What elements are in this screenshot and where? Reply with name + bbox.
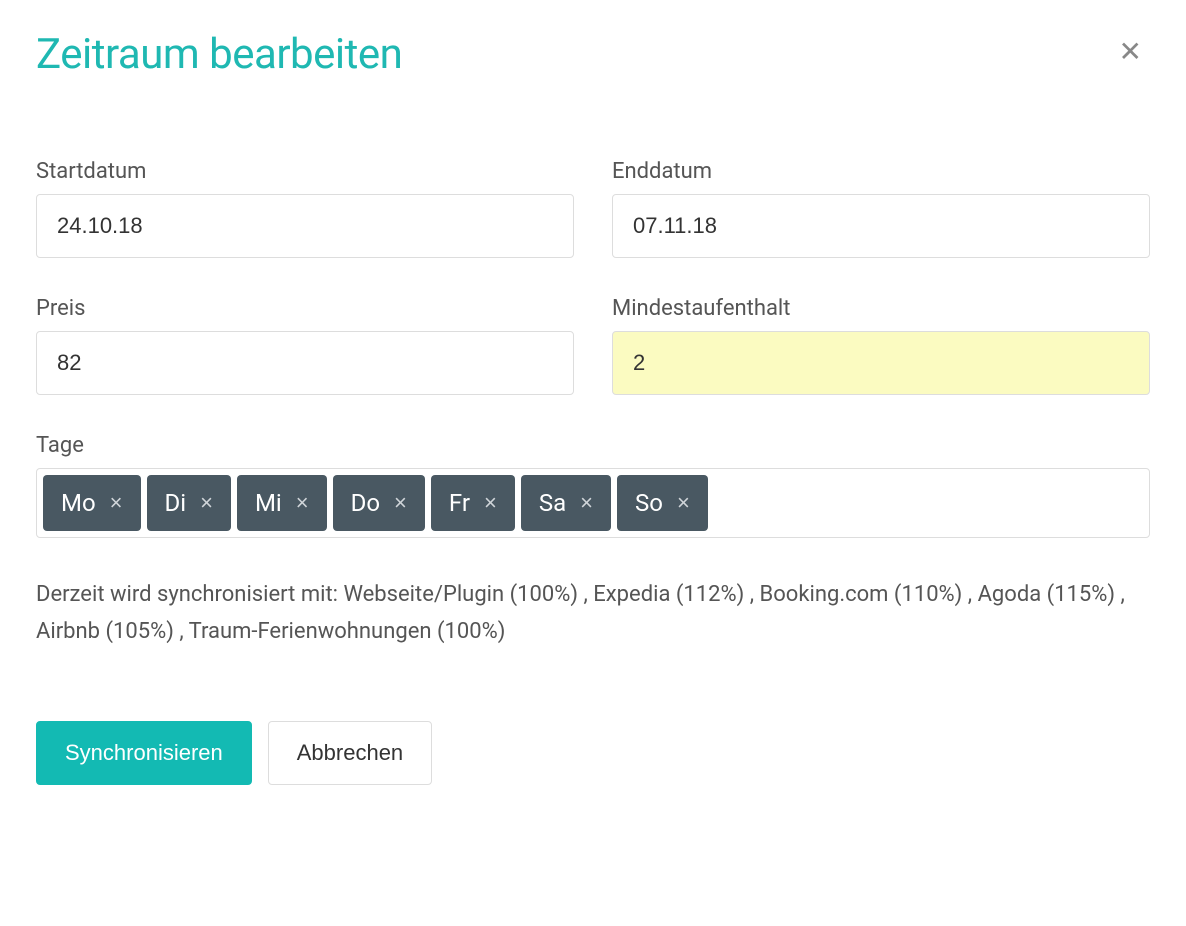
min-stay-input[interactable] xyxy=(612,331,1150,395)
remove-day-icon[interactable]: × xyxy=(580,492,593,514)
start-date-group: Startdatum xyxy=(36,159,574,258)
price-group: Preis xyxy=(36,296,574,395)
day-tag-label: Fr xyxy=(449,489,470,517)
day-tag[interactable]: Mi × xyxy=(237,475,327,531)
date-row: Startdatum Enddatum xyxy=(36,159,1150,258)
remove-day-icon[interactable]: × xyxy=(296,492,309,514)
day-tag-label: Mi xyxy=(255,489,282,517)
remove-day-icon[interactable]: × xyxy=(677,492,690,514)
min-stay-group: Mindestaufenthalt xyxy=(612,296,1150,395)
day-tag-label: Do xyxy=(351,489,380,517)
dialog-header: Zeitraum bearbeiten ✕ xyxy=(36,30,1150,79)
remove-day-icon[interactable]: × xyxy=(484,492,497,514)
cancel-button[interactable]: Abbrechen xyxy=(268,721,432,785)
days-group: Tage Mo × Di × Mi × Do × Fr × Sa × So × xyxy=(36,433,1150,538)
remove-day-icon[interactable]: × xyxy=(394,492,407,514)
day-tag-label: Sa xyxy=(539,489,566,517)
button-row: Synchronisieren Abbrechen xyxy=(36,721,1150,785)
sync-info-text: Derzeit wird synchronisiert mit: Webseit… xyxy=(36,576,1150,651)
day-tag[interactable]: Do × xyxy=(333,475,425,531)
start-date-label: Startdatum xyxy=(36,159,574,184)
synchronize-button[interactable]: Synchronisieren xyxy=(36,721,252,785)
days-label: Tage xyxy=(36,433,1150,458)
dialog-title: Zeitraum bearbeiten xyxy=(36,30,402,79)
start-date-input[interactable] xyxy=(36,194,574,258)
end-date-label: Enddatum xyxy=(612,159,1150,184)
price-input[interactable] xyxy=(36,331,574,395)
end-date-group: Enddatum xyxy=(612,159,1150,258)
day-tag-label: Di xyxy=(165,489,187,517)
edit-period-dialog: Zeitraum bearbeiten ✕ Startdatum Enddatu… xyxy=(36,30,1150,785)
end-date-input[interactable] xyxy=(612,194,1150,258)
price-label: Preis xyxy=(36,296,574,321)
day-tag[interactable]: So × xyxy=(617,475,708,531)
remove-day-icon[interactable]: × xyxy=(110,492,123,514)
price-stay-row: Preis Mindestaufenthalt xyxy=(36,296,1150,395)
days-tags-container[interactable]: Mo × Di × Mi × Do × Fr × Sa × So × xyxy=(36,468,1150,538)
days-row: Tage Mo × Di × Mi × Do × Fr × Sa × So × xyxy=(36,433,1150,538)
day-tag[interactable]: Sa × xyxy=(521,475,611,531)
day-tag[interactable]: Di × xyxy=(147,475,231,531)
day-tag-label: Mo xyxy=(61,489,96,517)
day-tag[interactable]: Mo × xyxy=(43,475,141,531)
close-icon: ✕ xyxy=(1119,36,1142,67)
close-button[interactable]: ✕ xyxy=(1111,30,1150,74)
remove-day-icon[interactable]: × xyxy=(200,492,213,514)
day-tag-label: So xyxy=(635,489,663,517)
day-tag[interactable]: Fr × xyxy=(431,475,515,531)
min-stay-label: Mindestaufenthalt xyxy=(612,296,1150,321)
